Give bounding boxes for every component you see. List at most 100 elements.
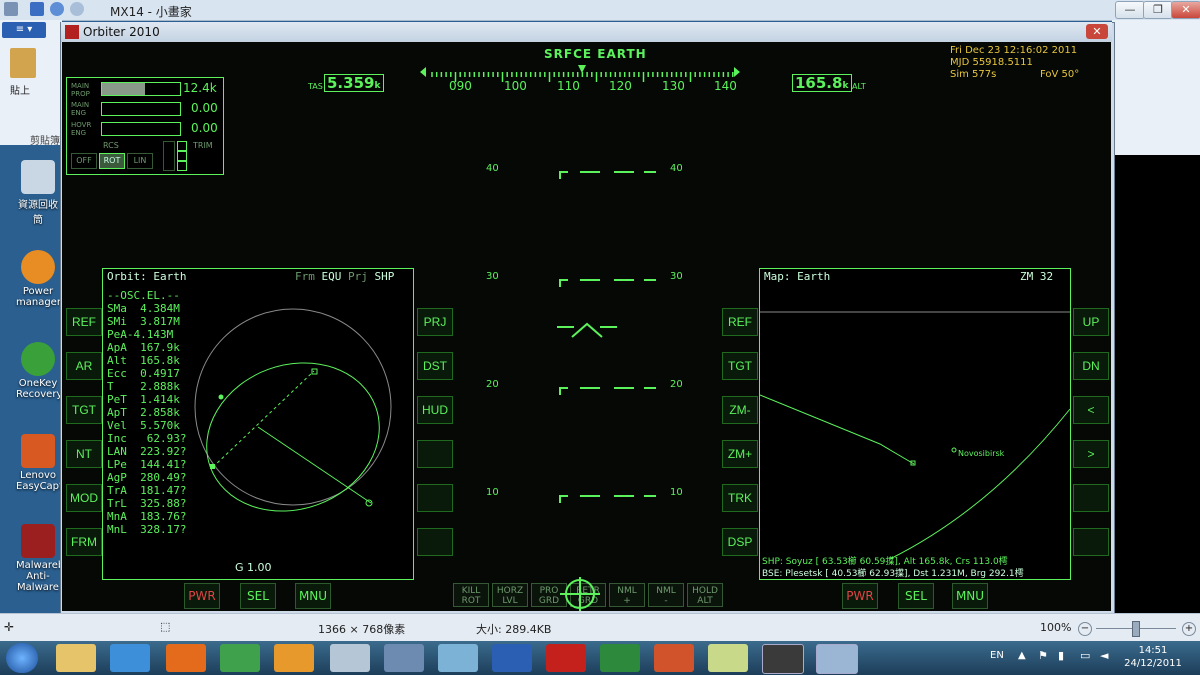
prograde-marker-icon (560, 577, 600, 611)
map-mfd: Map: Earth ZM 32 Novosibirsk SHP: Soyuz … (759, 268, 1071, 580)
rcs-rot-button[interactable]: ROT (99, 153, 125, 169)
start-button-icon[interactable] (6, 643, 38, 673)
recycle-bin-icon (21, 160, 55, 194)
mfd-left-hud-button[interactable]: HUD (417, 396, 453, 424)
firefox-icon[interactable] (166, 644, 206, 672)
desktop-icon-recycle-bin[interactable]: 資源回收筒 (16, 160, 60, 226)
mfd-right-left-button[interactable]: < (1073, 396, 1109, 424)
internet-explorer-icon[interactable] (110, 644, 150, 672)
mfd-left-blank-button-1[interactable] (417, 440, 453, 468)
mfd-left-mod-button[interactable]: MOD (66, 484, 102, 512)
zoom-out-icon[interactable]: − (1078, 622, 1092, 636)
mfd-left-prj-button[interactable]: PRJ (417, 308, 453, 336)
mfd-right-mnu-button[interactable]: MNU (952, 583, 988, 609)
mfd-right-right-button[interactable]: > (1073, 440, 1109, 468)
close-icon[interactable]: ✕ (1171, 1, 1200, 19)
paint-menu-button[interactable]: ≡ ▾ (2, 22, 46, 38)
mfd-right-blank-button-1[interactable] (1073, 484, 1109, 512)
mfd-left-frm-button[interactable]: FRM (66, 528, 102, 556)
zoom-slider-thumb[interactable] (1132, 621, 1140, 637)
mfd-left-blank-button-3[interactable] (417, 528, 453, 556)
mfd-left-nt-button[interactable]: NT (66, 440, 102, 468)
folder-app-icon[interactable] (330, 644, 370, 672)
mfd-right-dsp-button[interactable]: DSP (722, 528, 758, 556)
orbiter-close-icon[interactable]: ✕ (1086, 24, 1108, 39)
nml-plus-button[interactable]: NML + (609, 583, 645, 607)
powerpoint-icon[interactable] (654, 644, 694, 672)
desktop-icon-power-manager[interactable]: Power manager (16, 250, 61, 308)
flag-icon[interactable]: ⚑ (1038, 649, 1048, 662)
mfd-right-up-button[interactable]: UP (1073, 308, 1109, 336)
hold-alt-button[interactable]: HOLD ALT (687, 583, 723, 607)
messenger-icon[interactable] (438, 644, 478, 672)
paint-title-bar: MX14 - 小畫家 — ❐ ✕ (0, 0, 1200, 21)
desktop-icon-onekey[interactable]: OneKey Recovery (16, 342, 62, 400)
language-indicator[interactable]: EN (990, 650, 1004, 661)
paste-icon[interactable] (10, 48, 36, 78)
thunderbird-icon[interactable] (384, 644, 424, 672)
mfd-left-mnu-button[interactable]: MNU (295, 583, 331, 609)
mfd-right-zoom-out-button[interactable]: ZM- (722, 396, 758, 424)
mfd-right-pwr-button[interactable]: PWR (842, 583, 878, 609)
zoom-in-icon[interactable]: + (1182, 622, 1196, 636)
paint-app-icon[interactable] (4, 2, 18, 16)
mfd-left-pwr-button[interactable]: PWR (184, 583, 220, 609)
desktop-icon-malwarebytes[interactable]: Malwarebytes Anti-Malware (16, 524, 85, 593)
redo-icon[interactable] (70, 2, 84, 16)
trim-down-icon[interactable] (177, 161, 187, 171)
pitch-ladder (557, 171, 656, 503)
rcs-lin-button[interactable]: LIN (127, 153, 153, 169)
restore-icon[interactable]: ❐ (1143, 1, 1173, 19)
mfd-right-ref-button[interactable]: REF (722, 308, 758, 336)
undo-icon[interactable] (50, 2, 64, 16)
taskbar-clock[interactable]: 14:51 24/12/2011 (1124, 644, 1182, 670)
network-icon[interactable]: ▮ (1058, 649, 1064, 662)
word-icon[interactable] (492, 644, 532, 672)
horz-lvl-button[interactable]: HORZ LVL (492, 583, 528, 607)
heading-labels: 090 100 110 120 130 140 (449, 79, 737, 93)
paint-taskbar-icon[interactable] (816, 644, 858, 674)
mfd-right-zoom-in-button[interactable]: ZM+ (722, 440, 758, 468)
hud-mode-label: SRFCE EARTH (544, 47, 647, 61)
nml-minus-button[interactable]: NML - (648, 583, 684, 607)
engine-panel: MAIN PROP 12.4k MAIN ENG 0.00 HOVR ENG 0… (66, 77, 224, 175)
save-icon[interactable] (30, 2, 44, 16)
pitch-30-left: 30 (486, 271, 499, 282)
orbit-plot (194, 308, 392, 512)
kill-rot-button[interactable]: KILL ROT (453, 583, 489, 607)
sticky-notes-icon[interactable] (708, 644, 748, 672)
mfd-left-sel-button[interactable]: SEL (240, 583, 276, 609)
media-player-icon[interactable] (274, 644, 314, 672)
excel-icon[interactable] (600, 644, 640, 672)
sim-clock: Fri Dec 23 12:16:02 2011 MJD 55918.5111 … (950, 45, 1082, 81)
mfd-left-blank-button-2[interactable] (417, 484, 453, 512)
tray-arrow-icon[interactable]: ▲ (1018, 650, 1026, 661)
clock-mjd: MJD 55918.5111 (950, 57, 1033, 68)
mfd-left-ref-button[interactable]: REF (66, 308, 102, 336)
explorer-icon[interactable] (56, 644, 96, 672)
mfd-left-dst-button[interactable]: DST (417, 352, 453, 380)
volume-icon[interactable]: ◄ (1100, 649, 1108, 662)
mfd-right-sel-button[interactable]: SEL (898, 583, 934, 609)
tas-label: TAS (308, 82, 323, 91)
mfd-left-tgt-button[interactable]: TGT (66, 396, 102, 424)
map-base-info: BSE: Plesetsk [ 40.53櫛 62.93擛], Dst 1.23… (762, 569, 1024, 579)
minimize-icon[interactable]: — (1115, 1, 1145, 19)
trim-center-icon[interactable] (177, 151, 187, 161)
orbiter-taskbar-icon[interactable] (762, 644, 804, 674)
mfd-left-ar-button[interactable]: AR (66, 352, 102, 380)
acrobat-icon[interactable] (546, 644, 586, 672)
battery-icon[interactable]: ▭ (1080, 649, 1090, 662)
desktop-icon-easycapture[interactable]: Lenovo EasyCapture (16, 434, 79, 492)
alt-label: ALT (852, 82, 866, 91)
malwarebytes-icon (21, 524, 55, 558)
trim-up-icon[interactable] (177, 141, 187, 151)
chrome-icon[interactable] (220, 644, 260, 672)
status-size: 大小: 289.4KB (476, 623, 552, 636)
orbit-mfd-footer: G 1.00 (235, 561, 272, 574)
mfd-right-trk-button[interactable]: TRK (722, 484, 758, 512)
mfd-right-blank-button-2[interactable] (1073, 528, 1109, 556)
rcs-off-button[interactable]: OFF (71, 153, 97, 169)
mfd-right-dn-button[interactable]: DN (1073, 352, 1109, 380)
mfd-right-tgt-button[interactable]: TGT (722, 352, 758, 380)
